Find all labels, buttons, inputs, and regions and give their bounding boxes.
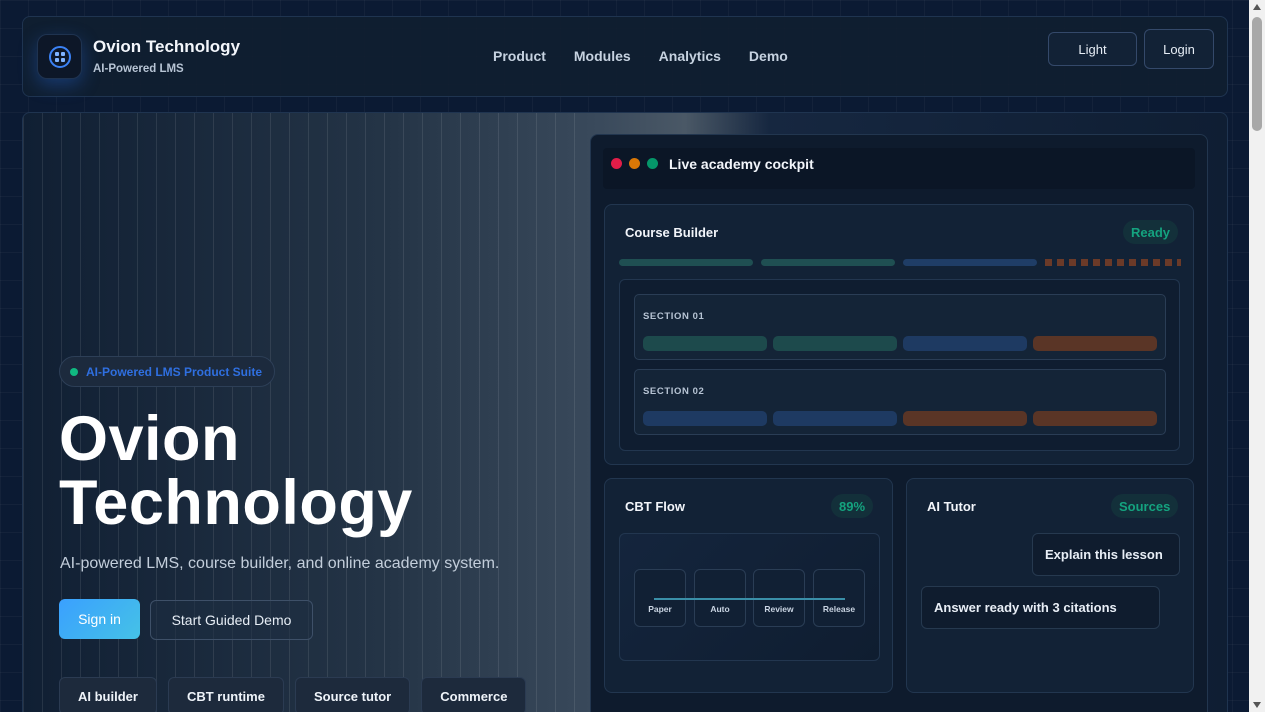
chip-cbt-runtime[interactable]: CBT runtime <box>167 677 284 712</box>
top-header: Ovion Technology AI-Powered LMS Product … <box>22 16 1228 97</box>
nav-product[interactable]: Product <box>493 48 546 64</box>
nav-demo[interactable]: Demo <box>749 48 788 64</box>
green-dot-icon <box>647 158 658 169</box>
lesson-block <box>903 411 1027 426</box>
brand-logo[interactable] <box>37 34 82 79</box>
grid-logo-icon <box>48 45 71 68</box>
lesson-block <box>643 411 767 426</box>
lesson-block <box>903 336 1027 351</box>
red-dot-icon <box>611 158 622 169</box>
login-button[interactable]: Login <box>1144 29 1214 69</box>
sources-badge[interactable]: Sources <box>1111 494 1179 518</box>
lesson-block <box>643 336 767 351</box>
cbt-percent-badge: 89% <box>831 494 874 518</box>
hero-title-line1: Ovion <box>59 404 241 474</box>
feature-chips: AI builder CBT runtime Source tutor Comm… <box>59 677 527 712</box>
hero-title-line2: Technology <box>59 468 413 538</box>
section-label: SECTION 02 <box>643 386 705 397</box>
pill-text: AI-Powered LMS Product Suite <box>86 364 263 379</box>
hero-section: AI-Powered LMS Product Suite Ovion Techn… <box>22 112 1228 712</box>
nav-analytics[interactable]: Analytics <box>659 48 721 64</box>
nav-modules[interactable]: Modules <box>574 48 631 64</box>
hero-title: Ovion Technology <box>59 407 413 535</box>
page-scrollbar[interactable] <box>1249 0 1265 712</box>
chip-source-tutor[interactable]: Source tutor <box>294 677 411 712</box>
amber-dot-icon <box>629 158 640 169</box>
scroll-down-arrow-icon[interactable] <box>1253 702 1261 708</box>
course-builder-card: Course Builder Ready SECTION 01 SECTION … <box>604 204 1194 465</box>
chip-commerce[interactable]: Commerce <box>421 677 527 712</box>
section-02[interactable]: SECTION 02 <box>634 369 1166 435</box>
product-suite-pill: AI-Powered LMS Product Suite <box>59 356 276 387</box>
progress-segment <box>619 259 753 266</box>
progress-segment <box>903 259 1037 266</box>
brand-subtitle: AI-Powered LMS <box>93 63 184 75</box>
progress-segment <box>761 259 895 266</box>
ai-tutor-title: AI Tutor <box>927 499 976 514</box>
status-dot-icon <box>70 367 78 376</box>
hero-description: AI-powered LMS, course builder, and onli… <box>60 555 500 572</box>
lesson-block <box>1033 411 1157 426</box>
step-label: Auto <box>710 604 730 614</box>
cockpit-header: Live academy cockpit <box>603 148 1195 189</box>
ready-badge: Ready <box>1123 220 1179 244</box>
tutor-answer-bubble: Answer ready with 3 citations <box>921 586 1160 629</box>
scroll-up-arrow-icon[interactable] <box>1253 4 1261 10</box>
course-builder-title: Course Builder <box>625 225 719 240</box>
ai-tutor-card: AI Tutor Sources Explain this lesson Ans… <box>906 478 1194 693</box>
flow-connector-line <box>654 598 845 600</box>
academy-cockpit-panel: Live academy cockpit Course Builder Read… <box>590 134 1208 712</box>
scroll-thumb[interactable] <box>1252 17 1262 131</box>
section-01[interactable]: SECTION 01 <box>634 294 1166 360</box>
sign-in-button[interactable]: Sign in <box>59 599 140 639</box>
cbt-flow-title: CBT Flow <box>625 499 685 514</box>
step-label: Release <box>822 604 856 614</box>
step-label: Review <box>764 604 794 614</box>
lesson-block <box>773 411 897 426</box>
step-label: Paper <box>648 604 672 614</box>
theme-toggle-button[interactable]: Light <box>1048 32 1137 66</box>
brand-title: Ovion Technology <box>93 37 241 56</box>
guided-demo-button[interactable]: Start Guided Demo <box>150 600 313 640</box>
progress-segment-pending <box>1045 259 1181 266</box>
sections-container: SECTION 01 SECTION 02 <box>619 279 1180 451</box>
lesson-block <box>1033 336 1157 351</box>
main-nav: Product Modules Analytics Demo <box>493 48 788 64</box>
lesson-block <box>773 336 897 351</box>
chip-ai-builder[interactable]: AI builder <box>59 677 157 712</box>
section-label: SECTION 01 <box>643 311 705 322</box>
cbt-flow-card: CBT Flow 89% Paper Auto Review Release <box>604 478 893 693</box>
cockpit-title: Live academy cockpit <box>669 156 814 172</box>
user-prompt-bubble: Explain this lesson <box>1032 533 1180 576</box>
cbt-flow-diagram: Paper Auto Review Release <box>619 533 880 661</box>
